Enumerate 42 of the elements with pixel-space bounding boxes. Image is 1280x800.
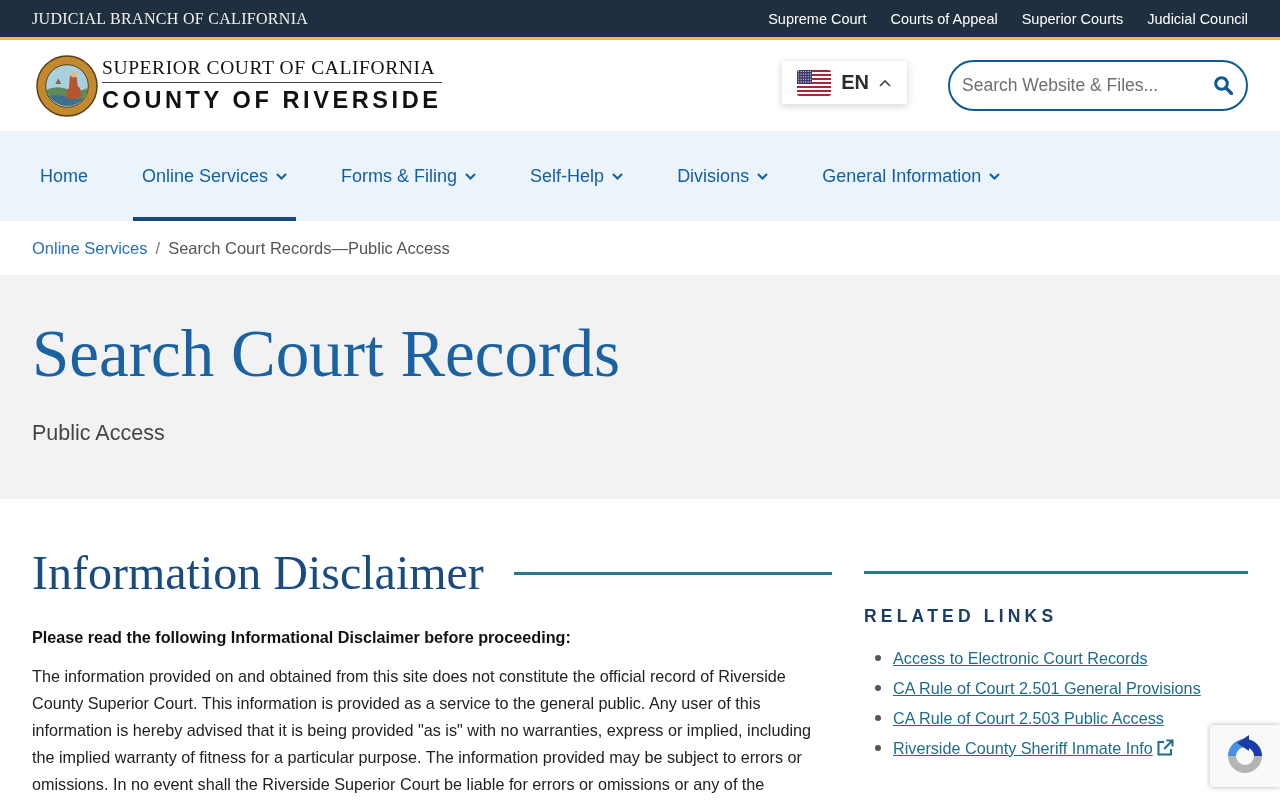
external-link-icon: [1155, 739, 1174, 757]
page-subtitle: Public Access: [32, 420, 166, 446]
top-link[interactable]: Courts of Appeal: [890, 10, 998, 27]
related-link[interactable]: CA Rule of Court 2.503 Public Access: [893, 708, 1164, 728]
search-icon: [1214, 76, 1233, 95]
related-link[interactable]: Access to Electronic Court Records: [893, 648, 1148, 668]
branch-title: JUDICIAL BRANCH OF CALIFORNIA: [32, 9, 309, 28]
search-field[interactable]: Search Website & Files...: [948, 60, 1248, 111]
related-links-heading: RELATED LINKS: [864, 606, 1059, 627]
breadcrumb-separator: /: [155, 238, 161, 258]
chevron-down-icon: [757, 172, 769, 180]
caret-icon: [879, 78, 891, 87]
breadcrumb-current: Search Court Records—Public Access: [168, 238, 450, 258]
nav-item[interactable]: Home: [31, 131, 97, 221]
bullet-icon: [875, 715, 881, 721]
related-link[interactable]: CA Rule of Court 2.501 General Provisions: [893, 678, 1201, 698]
related-link[interactable]: Riverside County Sheriff Inmate Info: [893, 738, 1174, 758]
nav-item[interactable]: Forms & Filing: [332, 131, 486, 221]
bullet-icon: [875, 655, 881, 661]
section-heading: Information Disclaimer: [32, 547, 484, 600]
page-title: Search Court Records: [32, 317, 621, 391]
nav-item[interactable]: General Information: [813, 131, 1010, 221]
chevron-down-icon: [989, 172, 1001, 180]
bullet-icon: [875, 745, 881, 751]
search-button[interactable]: [1214, 76, 1233, 95]
top-link[interactable]: Superior Courts: [1021, 10, 1124, 27]
nav-item[interactable]: Online Services: [133, 131, 297, 221]
breadcrumb-link[interactable]: Online Services: [32, 238, 148, 258]
language-button[interactable]: EN: [782, 61, 907, 104]
flag-icon: [797, 69, 832, 96]
bullet-icon: [875, 685, 881, 691]
seal-icon: [36, 54, 98, 117]
nav-item[interactable]: Divisions: [668, 131, 778, 221]
intro-text: Please read the following Informational Disclaimer before proceeding:: [32, 627, 572, 647]
top-link[interactable]: Judicial Council: [1147, 10, 1248, 27]
chevron-down-icon: [465, 172, 477, 180]
nav-item[interactable]: Self-Help: [521, 131, 633, 221]
top-link[interactable]: Supreme Court: [768, 10, 867, 27]
chevron-down-icon: [276, 172, 288, 180]
logo-link[interactable]: SUPERIOR COURT OF CALIFORNIA COUNTY OF RIVERSIDE: [36, 54, 442, 117]
disclaimer-text: The information provided on and obtained from this site does not constitute the official record of Riverside County Superior Court. This information is provided as a service to the general public. Any user of this information is hereby advised that it is being provided "as is" with no warranties, express or implied, including the implied warranty of fitness for a particular purpose. The information provided may be subject to errors or omissions. In no event shall the Riverside Superior Court be liable for errors or omissions or any of the: [32, 665, 812, 795]
chevron-down-icon: [612, 172, 624, 180]
